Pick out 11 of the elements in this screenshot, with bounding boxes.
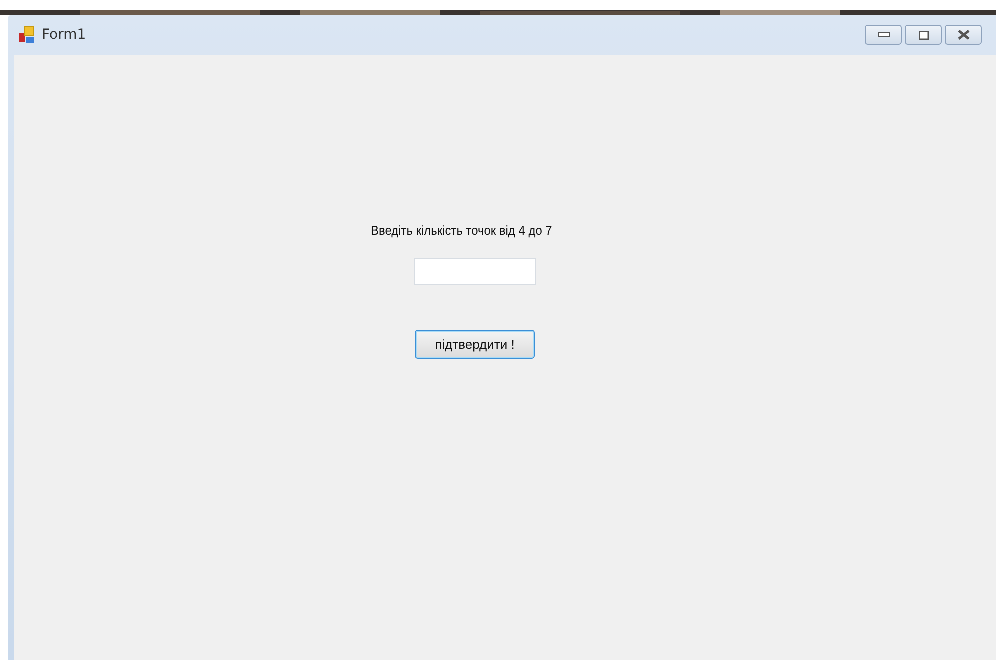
maximize-icon (918, 30, 928, 40)
minimize-button[interactable] (865, 25, 902, 45)
input-field[interactable] (414, 258, 536, 285)
minimize-icon (878, 32, 890, 38)
close-button[interactable] (945, 25, 982, 45)
form-icon (18, 26, 36, 44)
window-title: Form1 (42, 27, 88, 43)
prompt-label: Введіть кількість точок від 4 до 7 (371, 223, 552, 238)
confirm-button[interactable]: підтвердити ! (415, 330, 535, 359)
maximize-button[interactable] (905, 25, 942, 45)
close-icon (958, 30, 970, 40)
